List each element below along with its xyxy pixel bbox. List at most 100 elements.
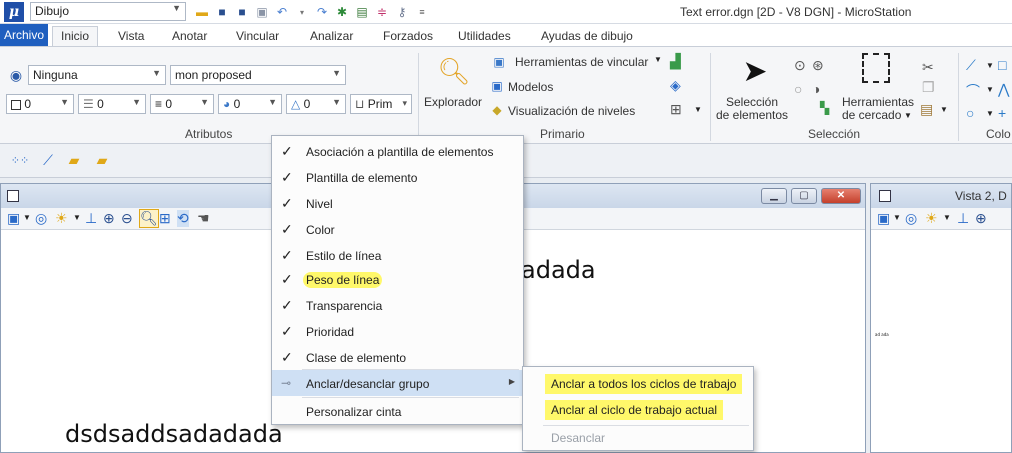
- place-point-icon[interactable]: ⋀: [998, 81, 1009, 98]
- menu-item-anclar-actual[interactable]: Anclar al ciclo de trabajo actual: [545, 400, 724, 420]
- print-icon[interactable]: ▤: [354, 4, 370, 20]
- menu-item-color[interactable]: ✓ Color: [272, 216, 523, 242]
- menu-item-peso-linea[interactable]: ✓ Peso de línea: [272, 266, 523, 292]
- chevron-down-icon[interactable]: ▼: [940, 105, 948, 114]
- element-selection-label-1[interactable]: Selección: [726, 95, 778, 109]
- update-view-icon[interactable]: ⊥: [85, 210, 97, 227]
- open-folder-icon[interactable]: ▬: [194, 4, 210, 20]
- select-all-icon[interactable]: ⊙: [794, 57, 806, 74]
- fence-modify-icon[interactable]: ▚: [820, 101, 829, 115]
- attach-reference-icon[interactable]: ⁘⁘: [6, 150, 34, 170]
- view-attributes-icon[interactable]: ⊞: [670, 101, 682, 118]
- save-settings-icon[interactable]: ■: [234, 4, 250, 20]
- place-arc-icon[interactable]: ⌒: [966, 81, 980, 101]
- link-tools-button[interactable]: Herramientas de vincular: [515, 55, 648, 69]
- place-circle-icon[interactable]: ○: [966, 105, 974, 121]
- select-by-attributes-icon[interactable]: ⊛: [812, 57, 824, 74]
- scissors-icon[interactable]: ✂: [922, 59, 934, 76]
- deselect-icon[interactable]: ○: [794, 81, 802, 97]
- rotate-view-icon[interactable]: ⟲: [177, 210, 189, 227]
- pin-icon[interactable]: ✱: [334, 4, 350, 20]
- tab-vincular[interactable]: Vincular: [236, 27, 279, 46]
- level-combo[interactable]: Ninguna ▼: [28, 65, 166, 85]
- view-menu-icon[interactable]: [879, 190, 891, 202]
- chevron-down-icon[interactable]: ▼: [904, 111, 912, 120]
- save-icon[interactable]: ■: [214, 4, 230, 20]
- element-selection-label-2[interactable]: de elementos: [716, 108, 788, 122]
- invert-selection-icon[interactable]: ◑: [812, 81, 820, 97]
- menu-item-transparencia[interactable]: ✓ Transparencia: [272, 292, 523, 318]
- reference-line-icon[interactable]: ⟋: [36, 150, 60, 170]
- chevron-down-icon[interactable]: ▼: [654, 55, 662, 64]
- menu-item-anclar-grupo[interactable]: ⊸ Anclar/desanclar grupo ▶: [272, 370, 523, 396]
- customize-qat-icon[interactable]: ≡: [414, 4, 430, 20]
- template-combo[interactable]: mon proposed ▼: [170, 65, 346, 85]
- models-button[interactable]: Modelos: [508, 80, 553, 94]
- place-shape-icon[interactable]: □: [998, 57, 1006, 73]
- copy-icon[interactable]: ❐: [922, 79, 935, 96]
- level-manager-icon[interactable]: ≑: [374, 4, 390, 20]
- window-area-icon[interactable]: 🔍︎: [139, 209, 159, 228]
- undo-icon[interactable]: ↶: [274, 4, 290, 20]
- redo-icon[interactable]: ↷: [314, 4, 330, 20]
- compress-icon[interactable]: ▣: [254, 4, 270, 20]
- fence-tools-label-1[interactable]: Herramientas: [842, 95, 914, 109]
- view-2-title-bar[interactable]: Vista 2, D: [871, 184, 1011, 208]
- tab-analizar[interactable]: Analizar: [310, 27, 353, 46]
- workflow-selector[interactable]: Dibujo ▼: [30, 2, 186, 21]
- zoom-in-icon[interactable]: ⊕: [103, 210, 115, 227]
- tab-utilidades[interactable]: Utilidades: [458, 27, 511, 46]
- chevron-down-icon[interactable]: ▼: [23, 213, 31, 222]
- menu-item-personalizar-cinta[interactable]: Personalizar cinta: [272, 398, 523, 424]
- chevron-down-icon[interactable]: ▼: [73, 213, 81, 222]
- menu-item-prioridad[interactable]: ✓ Prioridad: [272, 318, 523, 344]
- pan-view-icon[interactable]: ☚: [197, 210, 210, 227]
- open-folder-icon[interactable]: ▰: [62, 150, 86, 170]
- color-combo[interactable]: 0 ▼: [6, 94, 74, 114]
- saved-views-icon[interactable]: ◈: [670, 77, 681, 94]
- explorer-icon[interactable]: 🔍︎: [438, 55, 471, 87]
- class-combo[interactable]: ⊔ Prim ▾: [350, 94, 412, 114]
- chevron-down-icon[interactable]: ▼: [986, 61, 994, 70]
- menu-item-desanclar[interactable]: Desanclar: [545, 428, 611, 448]
- priority-combo[interactable]: △ 0 ▼: [286, 94, 346, 114]
- view-menu-icon[interactable]: [7, 190, 19, 202]
- tab-vista[interactable]: Vista: [118, 27, 144, 46]
- menu-item-plantilla-elemento[interactable]: ✓ Plantilla de elemento: [272, 164, 523, 190]
- chevron-down-icon[interactable]: ▼: [986, 85, 994, 94]
- chevron-down-icon[interactable]: ▼: [986, 109, 994, 118]
- transparency-combo[interactable]: ◕ 0 ▼: [218, 94, 282, 114]
- display-style-icon[interactable]: ◎: [35, 210, 47, 227]
- tab-inicio[interactable]: Inicio: [52, 26, 99, 46]
- fence-tools-label-2[interactable]: de cercado: [842, 108, 901, 122]
- chevron-down-icon[interactable]: ▼: [943, 213, 951, 222]
- view-attributes-icon[interactable]: ▣: [877, 210, 890, 227]
- menu-item-clase-elemento[interactable]: ✓ Clase de elemento: [272, 344, 523, 370]
- element-selection-arrow-icon[interactable]: ➤: [740, 53, 770, 89]
- view-attributes-icon[interactable]: ▣: [7, 210, 20, 227]
- tab-anotar[interactable]: Anotar: [172, 27, 207, 46]
- line-style-combo[interactable]: ☰ 0 ▼: [78, 94, 146, 114]
- paste-icon[interactable]: ▤: [920, 101, 933, 118]
- zoom-out-icon[interactable]: ⊖: [121, 210, 133, 227]
- references-icon[interactable]: ▟: [670, 53, 681, 70]
- open-folder-reference-icon[interactable]: ▰: [90, 150, 114, 170]
- menu-item-anclar-todos[interactable]: Anclar a todos los ciclos de trabajo: [545, 374, 743, 394]
- view-window-2[interactable]: Vista 2, D ▣ ▼ ◎ ☀ ▼ ⊥ ⊕ ad ada: [870, 183, 1012, 453]
- chevron-down-icon[interactable]: ▼: [694, 105, 702, 114]
- display-style-icon[interactable]: ◎: [905, 210, 917, 227]
- maximize-button[interactable]: ▢: [791, 188, 817, 204]
- level-display-button[interactable]: Visualización de niveles: [508, 104, 635, 118]
- place-line-icon[interactable]: ⟋: [966, 57, 976, 74]
- lighting-icon[interactable]: ☀: [55, 210, 68, 227]
- tab-ayudas-de-dibujo[interactable]: Ayudas de dibujo: [541, 27, 633, 46]
- chevron-down-icon[interactable]: ▼: [893, 213, 901, 222]
- zoom-in-icon[interactable]: ⊕: [975, 210, 987, 227]
- menu-item-nivel[interactable]: ✓ Nivel: [272, 190, 523, 216]
- fence-icon[interactable]: [862, 53, 890, 83]
- place-cross-icon[interactable]: +: [998, 105, 1006, 121]
- menu-item-estilo-linea[interactable]: ✓ Estilo de línea: [272, 242, 523, 268]
- microstation-logo-icon[interactable]: μ: [4, 2, 24, 22]
- explorer-button[interactable]: Explorador: [424, 95, 482, 109]
- undo-dropdown-icon[interactable]: ▾: [294, 4, 310, 20]
